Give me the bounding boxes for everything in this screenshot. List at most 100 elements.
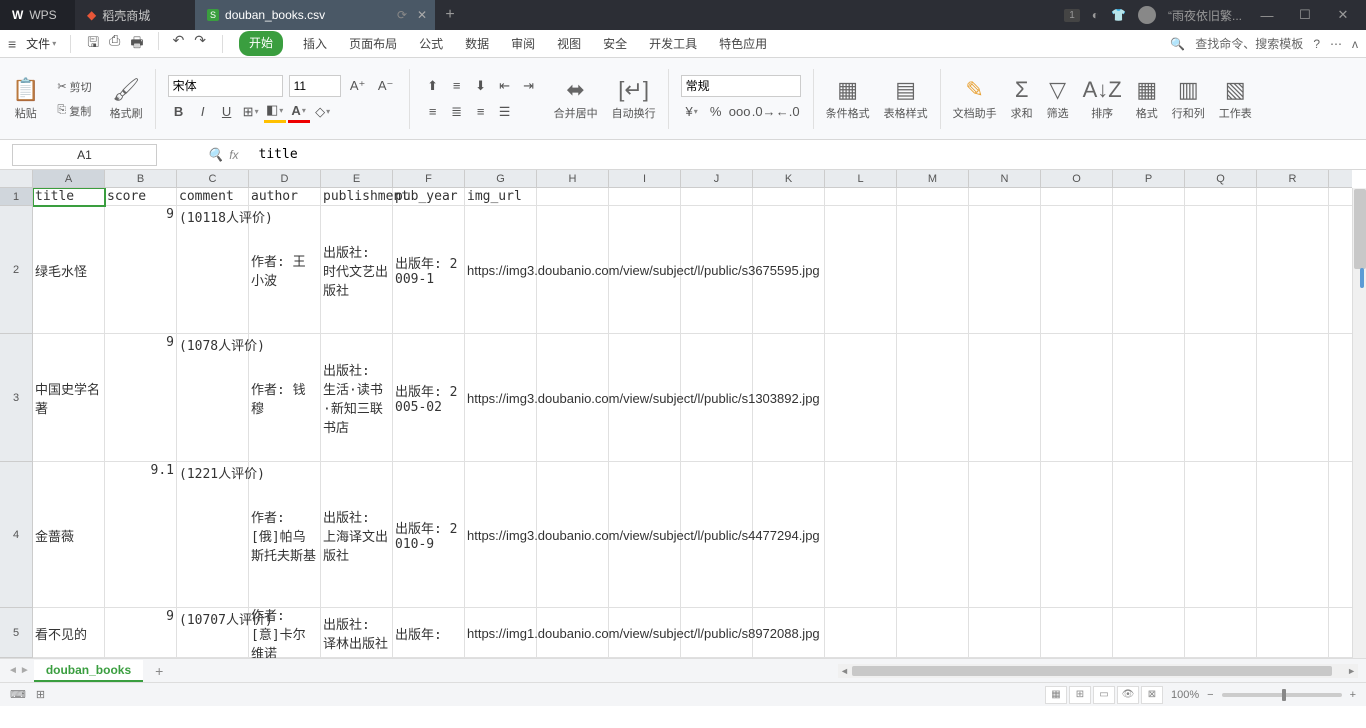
cell[interactable] <box>1041 206 1113 334</box>
cell[interactable]: (1078人评价) <box>177 334 249 462</box>
size-select[interactable] <box>289 75 341 97</box>
wps-home-tab[interactable]: W WPS <box>0 0 75 30</box>
tab-refresh-icon[interactable]: ⟳ <box>397 8 407 22</box>
rowcol-button[interactable]: ▥行和列 <box>1168 75 1209 123</box>
cell[interactable] <box>825 608 897 658</box>
cell[interactable] <box>825 206 897 334</box>
cell[interactable] <box>1185 334 1257 462</box>
tab-security[interactable]: 安全 <box>601 31 629 56</box>
zoom-in-icon[interactable]: + <box>1350 689 1356 701</box>
tab-close-icon[interactable]: ✕ <box>417 8 427 22</box>
wrap-text-button[interactable]: [↵]自动换行 <box>608 75 660 123</box>
fill-color-button[interactable]: ◧ <box>264 101 286 123</box>
col-header-H[interactable]: H <box>537 170 609 187</box>
distribute-icon[interactable]: ☰ <box>494 101 516 123</box>
column-headers[interactable]: ABCDEFGHIJKLMNOPQR <box>33 170 1352 188</box>
minimize-icon[interactable]: — <box>1254 8 1280 23</box>
cell[interactable]: 9 <box>105 608 177 658</box>
cell[interactable] <box>753 188 825 206</box>
cell[interactable]: publishment <box>321 188 393 206</box>
cell[interactable] <box>969 608 1041 658</box>
row-headers[interactable]: 12345 <box>0 188 33 658</box>
row-header-2[interactable]: 2 <box>0 206 32 334</box>
cell[interactable]: 出版年: 2009-1 <box>393 206 465 334</box>
docer-tab[interactable]: ◆ 稻壳商城 <box>75 0 195 30</box>
bold-button[interactable]: B <box>168 101 190 123</box>
close-icon[interactable]: ✕ <box>1330 7 1356 23</box>
cell[interactable]: https://img3.doubanio.com/view/subject/l… <box>465 334 537 462</box>
collapse-ribbon-icon[interactable]: ʌ <box>1352 37 1358 51</box>
font-color-button[interactable]: A <box>288 101 310 123</box>
zoom-out-icon[interactable]: − <box>1207 689 1213 701</box>
reading-view-icon[interactable]: ▭ <box>1093 686 1115 704</box>
col-header-D[interactable]: D <box>249 170 321 187</box>
tab-special[interactable]: 特色应用 <box>717 31 769 56</box>
font-select[interactable] <box>168 75 283 97</box>
border-button[interactable]: ⊞ <box>240 101 262 123</box>
tab-start[interactable]: 开始 <box>239 31 283 56</box>
col-header-J[interactable]: J <box>681 170 753 187</box>
cell[interactable] <box>1041 462 1113 608</box>
cell[interactable] <box>681 188 753 206</box>
cell[interactable] <box>825 188 897 206</box>
cell[interactable] <box>1113 334 1185 462</box>
cell[interactable] <box>609 188 681 206</box>
grid-view-icon[interactable]: ⊠ <box>1141 686 1163 704</box>
cell[interactable]: comment <box>177 188 249 206</box>
clear-format-button[interactable]: ◇ <box>312 101 334 123</box>
sort-button[interactable]: A↓Z排序 <box>1079 75 1126 123</box>
col-header-A[interactable]: A <box>33 170 105 187</box>
cell[interactable]: 出版年: 2010-9 <box>393 462 465 608</box>
doc-helper-button[interactable]: ✎文档助手 <box>949 75 1001 123</box>
cell[interactable] <box>1185 462 1257 608</box>
cell[interactable] <box>969 334 1041 462</box>
cell[interactable]: 9 <box>105 206 177 334</box>
normal-view-icon[interactable]: ▦ <box>1045 686 1067 704</box>
help-icon[interactable]: ? <box>1313 37 1320 51</box>
col-header-B[interactable]: B <box>105 170 177 187</box>
horizontal-scroll-thumb[interactable] <box>852 666 1332 676</box>
cell[interactable] <box>969 462 1041 608</box>
cell[interactable] <box>969 206 1041 334</box>
status-icon[interactable]: ⊞ <box>36 688 45 701</box>
cell[interactable] <box>1185 206 1257 334</box>
cell[interactable] <box>897 608 969 658</box>
cells-area[interactable]: titlescorecommentauthorpublishmentpub_ye… <box>33 188 1352 658</box>
cell[interactable] <box>897 462 969 608</box>
col-header-N[interactable]: N <box>969 170 1041 187</box>
worksheet-button[interactable]: ▧工作表 <box>1215 75 1256 123</box>
cell[interactable]: 作者: 钱穆 <box>249 334 321 462</box>
page-view-icon[interactable]: ⊞ <box>1069 686 1091 704</box>
vertical-scroll-thumb[interactable] <box>1354 189 1366 269</box>
row-header-5[interactable]: 5 <box>0 608 32 658</box>
hamburger-icon[interactable]: ≡ <box>8 36 16 52</box>
sheet-tab-active[interactable]: douban_books <box>34 660 143 682</box>
col-header-L[interactable]: L <box>825 170 897 187</box>
cell[interactable] <box>1113 206 1185 334</box>
cell[interactable]: 作者: [意]卡尔维诺 <box>249 608 321 658</box>
col-header-P[interactable]: P <box>1113 170 1185 187</box>
cell[interactable] <box>897 188 969 206</box>
copy-button[interactable]: ⎘复制 <box>53 101 95 121</box>
col-header-R[interactable]: R <box>1257 170 1329 187</box>
cell[interactable] <box>1185 188 1257 206</box>
merge-center-button[interactable]: ⬌合并居中 <box>550 75 602 123</box>
cell[interactable]: (10707人评价) <box>177 608 249 658</box>
cut-button[interactable]: ✂剪切 <box>53 77 95 97</box>
cell[interactable]: (10118人评价) <box>177 206 249 334</box>
zoom-value[interactable]: 100% <box>1171 689 1199 701</box>
cell[interactable] <box>1041 334 1113 462</box>
cell[interactable] <box>969 188 1041 206</box>
format-button[interactable]: ▦格式 <box>1132 75 1162 123</box>
print-icon[interactable]: 🖶 <box>130 32 143 56</box>
align-left-icon[interactable]: ≡ <box>422 101 444 123</box>
cell[interactable]: 出版年: 2005-02 <box>393 334 465 462</box>
cell[interactable]: 金蔷薇 <box>33 462 105 608</box>
spreadsheet-grid[interactable]: ABCDEFGHIJKLMNOPQR 12345 titlescorecomme… <box>0 170 1366 658</box>
col-header-M[interactable]: M <box>897 170 969 187</box>
cell[interactable]: 9.1 <box>105 462 177 608</box>
cell[interactable]: 出版年: <box>393 608 465 658</box>
col-header-Q[interactable]: Q <box>1185 170 1257 187</box>
cell[interactable]: 出版社: 时代文艺出版社 <box>321 206 393 334</box>
increase-decimal-icon[interactable]: .0→ <box>753 101 775 123</box>
